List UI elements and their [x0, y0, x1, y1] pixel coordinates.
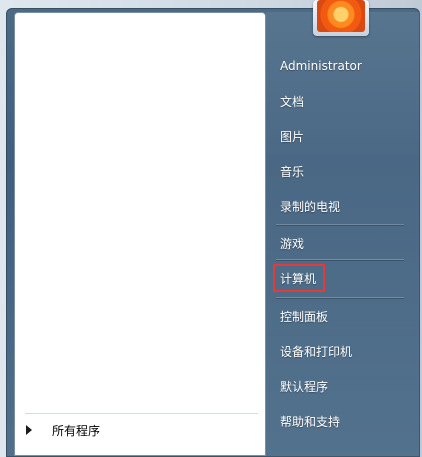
- menu-item-label: 游戏: [280, 236, 305, 251]
- menu-item-games[interactable]: 游戏: [275, 231, 415, 255]
- menu-item-label: 文档: [280, 94, 305, 109]
- annotation-highlight-box: [273, 264, 325, 292]
- left-pane-divider: [25, 413, 258, 414]
- menu-item-label: 图片: [280, 129, 305, 144]
- menu-item-documents[interactable]: 文档: [275, 89, 415, 113]
- menu-separator: [276, 224, 404, 225]
- menu-item-devices-printers[interactable]: 设备和打印机: [275, 339, 415, 363]
- user-avatar-flower-icon: [317, 0, 365, 32]
- menu-item-label: 设备和打印机: [280, 344, 353, 359]
- menu-item-music[interactable]: 音乐: [275, 159, 415, 183]
- menu-item-help-support[interactable]: 帮助和支持: [275, 409, 415, 433]
- all-programs-label: 所有程序: [52, 423, 101, 438]
- menu-item-label: 帮助和支持: [280, 414, 341, 429]
- menu-item-label: Administrator: [280, 59, 362, 73]
- menu-item-label: 音乐: [280, 164, 305, 179]
- triangle-right-icon: [26, 425, 32, 435]
- menu-item-label: 录制的电视: [280, 199, 341, 214]
- menu-item-recorded-tv[interactable]: 录制的电视: [275, 194, 415, 218]
- menu-item-label: 默认程序: [280, 379, 329, 394]
- all-programs-button[interactable]: 所有程序: [18, 418, 258, 442]
- menu-item-administrator[interactable]: Administrator: [275, 54, 415, 78]
- menu-separator: [276, 297, 404, 298]
- menu-item-default-programs[interactable]: 默认程序: [275, 374, 415, 398]
- menu-separator: [276, 259, 404, 260]
- menu-item-control-panel[interactable]: 控制面板: [275, 304, 415, 328]
- menu-item-label: 控制面板: [280, 309, 329, 324]
- start-menu-left-pane: [14, 12, 266, 456]
- menu-item-pictures[interactable]: 图片: [275, 124, 415, 148]
